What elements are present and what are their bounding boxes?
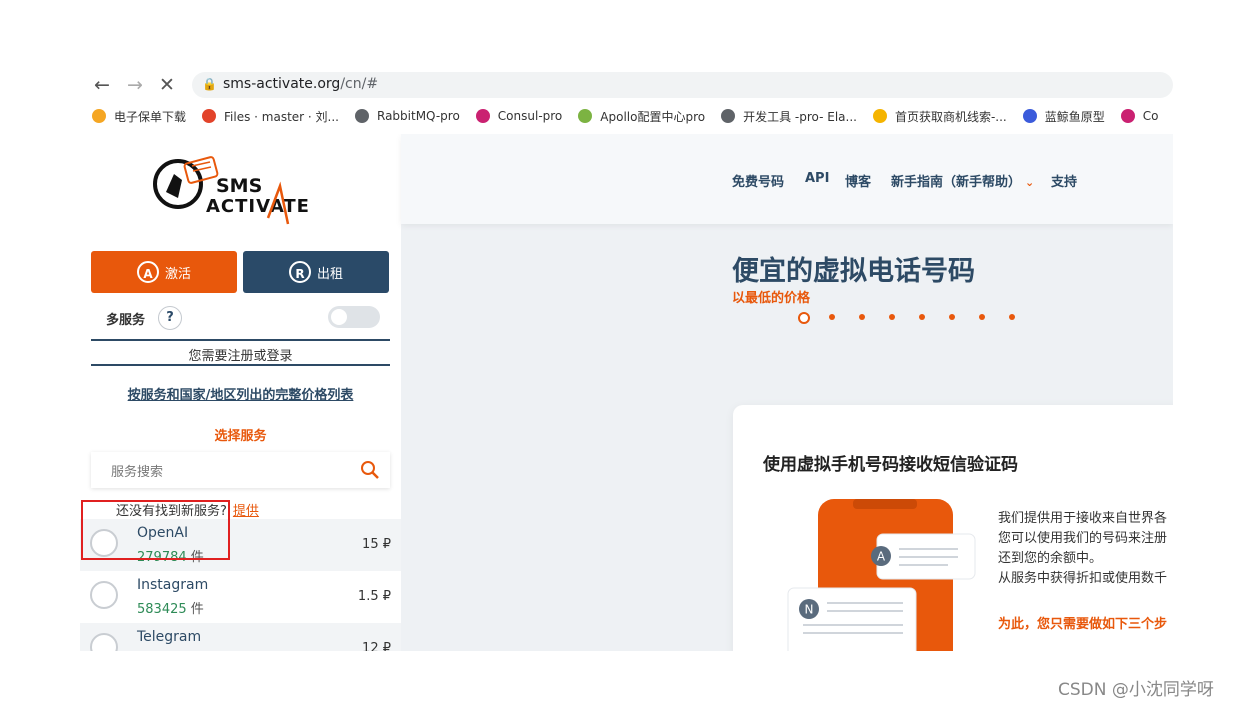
- bookmark-item[interactable]: Files · master · 刘...: [202, 103, 339, 129]
- globe-icon: [355, 109, 369, 123]
- bookmarks-bar: 电子保单下载 Files · master · 刘... RabbitMQ-pro C…: [80, 103, 1173, 129]
- bookmark-label: Apollo配置中心pro: [600, 109, 706, 124]
- phone-illustration: A N: [787, 499, 976, 651]
- search-placeholder: 服务搜索: [111, 465, 164, 480]
- nav-api[interactable]: API: [805, 171, 829, 186]
- logo-text-sms: SMS: [216, 175, 262, 197]
- bookmark-label: Files · master · 刘...: [224, 109, 339, 124]
- activation-icon: A: [136, 261, 159, 283]
- help-icon[interactable]: ?: [158, 306, 182, 330]
- toggle-knob: [331, 309, 347, 325]
- divider-top: [91, 339, 390, 341]
- highlight-annotation-box: [81, 500, 230, 560]
- bookmark-label: Consul-pro: [497, 109, 563, 123]
- logo-text-activate: ACTIVATE: [206, 196, 310, 217]
- globe-icon: [721, 109, 736, 123]
- card-line: 我们提供用于接收来自世界各: [998, 511, 1168, 526]
- card-line: 您可以使用我们的号码来注册: [998, 531, 1168, 546]
- main-content: 免费号码 API 博客 新手指南（新手帮助） ⌄ 支持 便宜的虚拟电话号码 以最低…: [401, 134, 1173, 651]
- csdn-watermark: CSDN @小沈同学呀: [1058, 680, 1214, 700]
- hero-title: 便宜的虚拟电话号码: [732, 256, 975, 287]
- card-cta-text: 为此，您只需要做如下三个步: [998, 617, 1168, 632]
- person-icon: [92, 109, 106, 123]
- rent-label: 出租: [316, 266, 343, 282]
- sms-activate-logo[interactable]: SMS ACTIVATE: [152, 152, 332, 228]
- bookmark-label: 首页获取商机线索-...: [894, 109, 1007, 124]
- service-price: 1.5 ₽: [357, 589, 391, 604]
- consul-icon: [1120, 109, 1135, 123]
- hero-subtitle: 以最低的价格: [732, 291, 811, 306]
- sidebar: SMS ACTIVATE A 激活 R 出租 多服务 ? 您需要注册或登录 按服…: [80, 134, 401, 651]
- divider-bottom: [91, 364, 390, 366]
- card-description: 我们提供用于接收来自世界各 您可以使用我们的号码来注册 还到您的余额中。 从服务…: [998, 509, 1173, 589]
- choose-service-heading: 选择服务: [214, 429, 267, 444]
- suggest-service-link[interactable]: 提供: [233, 504, 259, 519]
- bookmark-label: 蓝鲸鱼原型: [1044, 109, 1105, 124]
- carousel-dot-active[interactable]: [798, 312, 810, 324]
- bubble-n-letter: N: [805, 603, 814, 617]
- service-row-instagram[interactable]: Instagram 583425 件 1.5 ₽: [80, 571, 401, 623]
- card-title: 使用虚拟手机号码接收短信验证码: [763, 455, 1018, 475]
- service-radio[interactable]: [90, 581, 118, 609]
- service-radio[interactable]: [90, 633, 118, 651]
- bookmark-item[interactable]: Consul-pro: [475, 103, 563, 129]
- service-name: Instagram: [137, 577, 209, 593]
- chevron-down-icon: ⌄: [1025, 176, 1035, 189]
- service-name: Telegram: [137, 629, 202, 645]
- bookmark-label: RabbitMQ-pro: [377, 109, 460, 123]
- nav-guide[interactable]: 新手指南（新手帮助） ⌄: [891, 171, 1034, 190]
- multi-service-toggle[interactable]: [328, 306, 380, 328]
- service-price: 15 ₽: [362, 537, 391, 552]
- bookmark-item[interactable]: 电子保单下载: [92, 103, 186, 129]
- bookmark-label: Co: [1142, 109, 1159, 123]
- consul-icon: [475, 109, 490, 123]
- nav-support[interactable]: 支持: [1051, 171, 1077, 190]
- address-bar[interactable]: 🔒 sms-activate.org/cn/#: [192, 72, 1173, 98]
- bookmark-label: 开发工具 -pro- Ela...: [743, 109, 857, 124]
- url-text: sms-activate.org/cn/#: [223, 76, 379, 92]
- register-login-text[interactable]: 您需要注册或登录: [80, 345, 401, 364]
- carousel-dot[interactable]: [859, 314, 865, 320]
- rent-icon: R: [288, 261, 311, 283]
- bookmark-label: 电子保单下载: [114, 109, 187, 124]
- bookmark-item[interactable]: 开发工具 -pro- Ela...: [721, 103, 857, 129]
- info-card: 使用虚拟手机号码接收短信验证码 A N 我们提供用于接收来自世界各 您可以使用我…: [733, 405, 1173, 651]
- carousel-dot[interactable]: [979, 314, 985, 320]
- card-line: 从服务中获得折扣或使用数千: [998, 571, 1168, 586]
- nav-free-numbers[interactable]: 免费号码: [732, 171, 784, 190]
- forward-arrow-icon[interactable]: →: [124, 74, 146, 96]
- gitlab-icon: [202, 109, 217, 123]
- rent-button[interactable]: R 出租: [243, 251, 389, 293]
- bookmark-item[interactable]: Co: [1120, 103, 1159, 129]
- activate-label: 激活: [164, 266, 191, 282]
- tianyancha-icon: [872, 109, 887, 123]
- bookmark-item[interactable]: RabbitMQ-pro: [355, 103, 460, 129]
- carousel-dot[interactable]: [889, 314, 895, 320]
- bookmark-item[interactable]: Apollo配置中心pro: [578, 103, 705, 129]
- service-price: 12 ₽: [362, 641, 391, 651]
- bookmark-item[interactable]: 蓝鲸鱼原型: [1022, 103, 1105, 129]
- service-count: 583425 件: [137, 602, 204, 617]
- bookmark-item[interactable]: 首页获取商机线索-...: [872, 103, 1007, 129]
- carousel-dot[interactable]: [1009, 314, 1015, 320]
- nav-blog[interactable]: 博客: [845, 171, 871, 190]
- bluewhale-icon: [1022, 109, 1037, 123]
- service-row-telegram[interactable]: Telegram 12 ₽: [80, 623, 401, 651]
- price-list-link[interactable]: 按服务和国家/地区列出的完整价格列表: [80, 384, 401, 403]
- lock-icon[interactable]: 🔒: [202, 77, 217, 91]
- search-icon[interactable]: [360, 460, 380, 480]
- leaf-icon: [578, 109, 593, 123]
- back-arrow-icon[interactable]: ←: [91, 74, 113, 96]
- carousel-dot[interactable]: [829, 314, 835, 320]
- multi-service-label: 多服务: [106, 313, 146, 328]
- top-navigation: 免费号码 API 博客 新手指南（新手帮助） ⌄ 支持: [401, 134, 1173, 224]
- stop-loading-icon[interactable]: ✕: [156, 74, 178, 96]
- card-line: 还到您的余额中。: [998, 551, 1103, 566]
- activate-button[interactable]: A 激活: [91, 251, 237, 293]
- bubble-a-letter: A: [877, 550, 886, 564]
- carousel-dot[interactable]: [919, 314, 925, 320]
- carousel-dot[interactable]: [949, 314, 955, 320]
- service-search-input[interactable]: 服务搜索: [91, 452, 390, 488]
- page-viewport: SMS ACTIVATE A 激活 R 出租 多服务 ? 您需要注册或登录 按服…: [80, 134, 1173, 651]
